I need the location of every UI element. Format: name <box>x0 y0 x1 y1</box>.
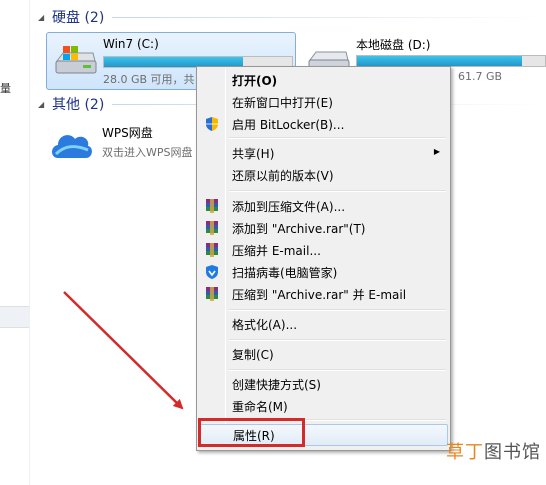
watermark-accent-text: 草丁 <box>446 442 484 463</box>
red-arrow-annotation <box>63 291 184 410</box>
watermark-text: 图书馆 <box>484 442 541 463</box>
watermark: 草丁图书馆 <box>446 438 541 464</box>
